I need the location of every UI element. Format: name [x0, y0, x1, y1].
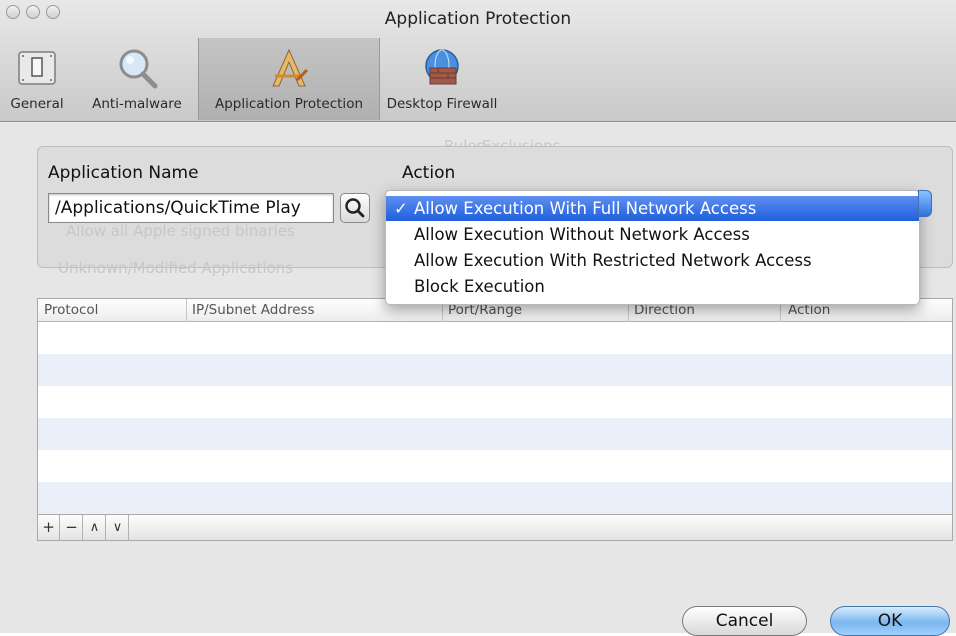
- application-name-label: Application Name: [48, 163, 199, 183]
- table-row[interactable]: [38, 386, 952, 418]
- table-row[interactable]: [38, 354, 952, 386]
- add-rule-button[interactable]: +: [38, 515, 60, 540]
- toolbar-item-general[interactable]: General: [0, 38, 74, 120]
- magnifier-icon: [119, 49, 158, 89]
- checkmark-icon: ✓: [394, 199, 408, 218]
- action-popup-arrows[interactable]: [918, 190, 932, 217]
- cancel-button[interactable]: Cancel: [682, 606, 807, 636]
- remove-rule-button[interactable]: −: [61, 515, 83, 540]
- menu-item-without-network-access[interactable]: Allow Execution Without Network Access: [386, 222, 919, 247]
- application-name-field[interactable]: /Applications/QuickTime Play: [48, 193, 334, 223]
- table-row[interactable]: [38, 482, 952, 514]
- ok-button[interactable]: OK: [830, 606, 950, 636]
- toolbar-item-anti-malware[interactable]: Anti-malware: [76, 38, 198, 120]
- toolbar-label-general: General: [10, 96, 64, 112]
- toolbar-item-desktop-firewall[interactable]: Desktop Firewall: [382, 38, 502, 120]
- title-toolbar: Application Protection General Anti-malw…: [0, 0, 956, 122]
- menu-item-label: Allow Execution With Restricted Network …: [414, 251, 812, 270]
- preferences-window: Application Protection General Anti-malw…: [0, 0, 956, 636]
- general-icon: [18, 51, 56, 85]
- search-icon: [345, 198, 365, 218]
- column-header-ip-subnet[interactable]: IP/Subnet Address: [192, 302, 315, 318]
- rules-table[interactable]: Protocol IP/Subnet Address Port/Range Di…: [37, 298, 953, 538]
- table-row[interactable]: [38, 322, 952, 354]
- table-controls: + − ∧ ∨: [37, 514, 953, 541]
- menu-item-label: Allow Execution Without Network Access: [414, 225, 750, 244]
- action-label: Action: [402, 163, 456, 183]
- menu-item-label: Allow Execution With Full Network Access: [414, 199, 757, 218]
- column-header-protocol[interactable]: Protocol: [44, 302, 98, 318]
- move-down-button[interactable]: ∨: [107, 515, 129, 540]
- toolbar-label-application-protection: Application Protection: [214, 96, 364, 112]
- action-dropdown-menu[interactable]: ✓ Allow Execution With Full Network Acce…: [385, 190, 920, 305]
- app-protection-icon: [272, 48, 309, 87]
- window-title: Application Protection: [384, 9, 572, 29]
- toolbar-label-desktop-firewall: Desktop Firewall: [386, 96, 498, 112]
- menu-item-block-execution[interactable]: Block Execution: [386, 274, 919, 299]
- table-row[interactable]: [38, 450, 952, 482]
- column-divider: [186, 299, 187, 322]
- move-up-button[interactable]: ∧: [84, 515, 106, 540]
- background-section-label: Unknown/Modified Applications: [58, 259, 294, 277]
- menu-item-label: Block Execution: [414, 277, 545, 296]
- table-row[interactable]: [38, 418, 952, 450]
- browse-application-button[interactable]: [340, 193, 370, 223]
- menu-item-full-network-access[interactable]: ✓ Allow Execution With Full Network Acce…: [386, 196, 919, 221]
- background-checkbox-text: Allow all Apple signed binaries: [66, 222, 295, 240]
- menu-item-restricted-network-access[interactable]: Allow Execution With Restricted Network …: [386, 248, 919, 273]
- globe-firewall-icon: [425, 49, 459, 85]
- toolbar-label-anti-malware: Anti-malware: [92, 96, 182, 112]
- toolbar-item-application-protection[interactable]: Application Protection: [198, 38, 380, 120]
